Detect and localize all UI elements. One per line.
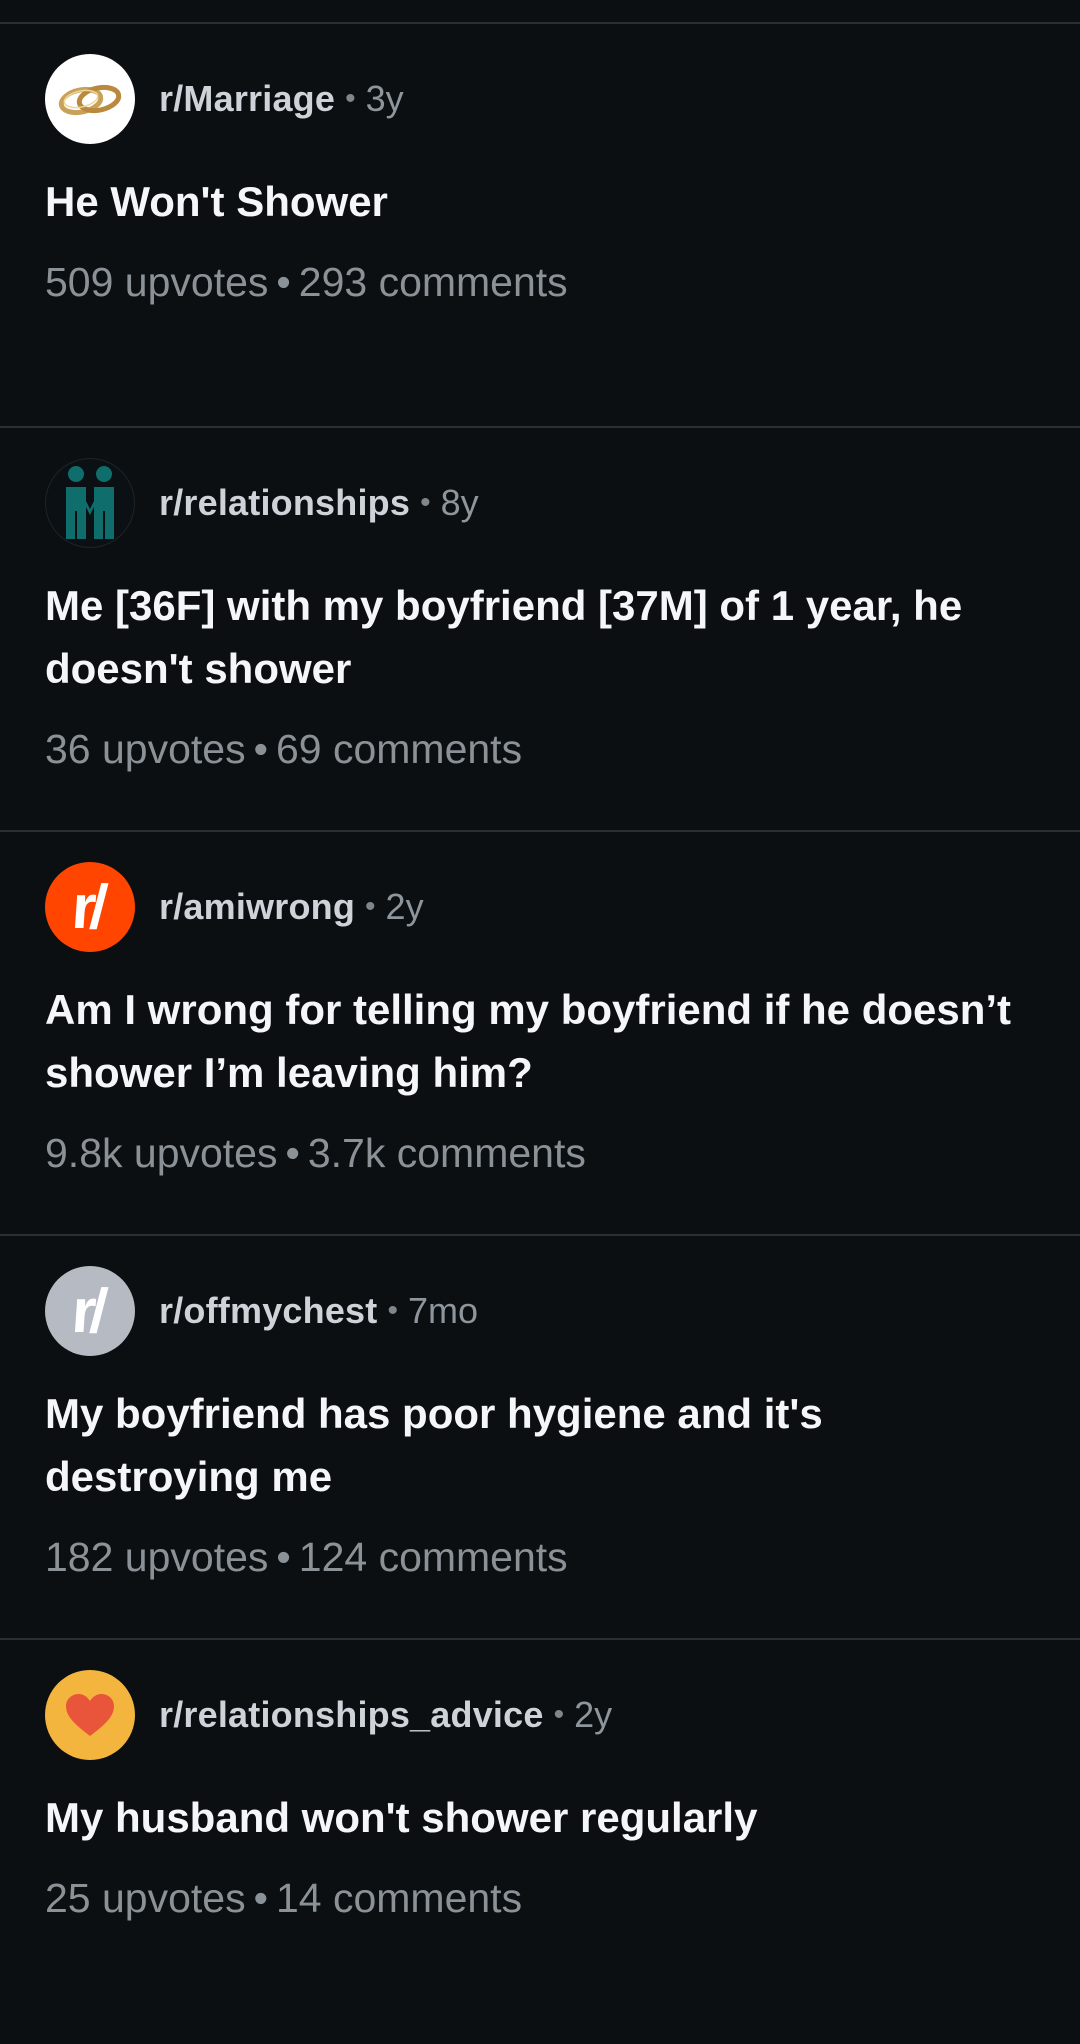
stats-separator: • [285, 1130, 300, 1176]
subreddit-name[interactable]: r/amiwrong [159, 886, 355, 928]
post-meta: r/relationships_advice • 2y [45, 1670, 1035, 1760]
post-stats: 182 upvotes • 124 comments [45, 1534, 1035, 1581]
stats-separator: • [253, 1875, 268, 1921]
comment-count: 69 comments [275, 726, 523, 772]
search-result-post[interactable]: r/ r/amiwrong • 2y Am I wrong for tellin… [0, 832, 1080, 1236]
comment-count: 14 comments [275, 1875, 523, 1921]
subreddit-avatar[interactable] [45, 54, 135, 144]
search-result-post[interactable]: r/relationships_advice • 2y My husband w… [0, 1640, 1080, 2044]
comment-count: 293 comments [298, 259, 568, 305]
post-age: 8y [440, 482, 479, 523]
subreddit-name[interactable]: r/offmychest [159, 1290, 377, 1332]
subreddit-name[interactable]: r/relationships [159, 482, 410, 524]
post-title[interactable]: My husband won't shower regularly [45, 1786, 1035, 1849]
post-stats: 25 upvotes • 14 comments [45, 1875, 1035, 1922]
meta-separator: • [345, 82, 356, 115]
post-meta: r/Marriage • 3y [45, 54, 1035, 144]
subreddit-name[interactable]: r/Marriage [159, 78, 335, 120]
upvote-count: 182 upvotes [45, 1534, 269, 1580]
post-title[interactable]: Me [36F] with my boyfriend [37M] of 1 ye… [45, 574, 1035, 700]
post-age: 3y [365, 78, 404, 119]
subreddit-avatar[interactable] [45, 1670, 135, 1760]
post-stats: 36 upvotes • 69 comments [45, 726, 1035, 773]
subreddit-name[interactable]: r/relationships_advice [159, 1694, 544, 1736]
post-meta: r/ r/amiwrong • 2y [45, 862, 1035, 952]
reddit-r-slash-icon: r/ [69, 872, 105, 942]
post-title[interactable]: Am I wrong for telling my boyfriend if h… [45, 978, 1035, 1104]
post-title[interactable]: My boyfriend has poor hygiene and it's d… [45, 1382, 1035, 1508]
reddit-r-slash-icon: r/ [69, 1276, 105, 1346]
comment-count: 124 comments [298, 1534, 568, 1580]
couple-figures-icon [66, 466, 114, 539]
comment-count: 3.7k comments [307, 1130, 586, 1176]
stats-separator: • [276, 1534, 291, 1580]
upvote-count: 509 upvotes [45, 259, 269, 305]
subreddit-avatar[interactable]: r/ [45, 1266, 135, 1356]
subreddit-avatar[interactable] [45, 458, 135, 548]
stats-separator: • [253, 726, 268, 772]
post-age: 2y [574, 1694, 613, 1735]
search-result-post[interactable]: r/Marriage • 3y He Won't Shower 509 upvo… [0, 24, 1080, 428]
post-title[interactable]: He Won't Shower [45, 170, 1035, 233]
post-stats: 509 upvotes • 293 comments [45, 259, 1035, 306]
meta-separator: • [365, 890, 376, 923]
search-result-post[interactable]: r/ r/offmychest • 7mo My boyfriend has p… [0, 1236, 1080, 1640]
stats-separator: • [276, 259, 291, 305]
post-meta: r/ r/offmychest • 7mo [45, 1266, 1035, 1356]
meta-separator: • [387, 1294, 398, 1327]
meta-separator: • [553, 1698, 565, 1731]
post-age: 7mo [407, 1290, 478, 1331]
subreddit-avatar[interactable]: r/ [45, 862, 135, 952]
upvote-count: 9.8k upvotes [45, 1130, 278, 1176]
top-divider [0, 0, 1080, 24]
post-age: 2y [385, 886, 424, 927]
search-result-post[interactable]: r/relationships • 8y Me [36F] with my bo… [0, 428, 1080, 832]
meta-separator: • [420, 486, 431, 519]
post-stats: 9.8k upvotes • 3.7k comments [45, 1130, 1035, 1177]
post-meta: r/relationships • 8y [45, 458, 1035, 548]
upvote-count: 36 upvotes [45, 726, 246, 772]
wedding-rings-icon [58, 84, 122, 116]
heart-icon [66, 1694, 114, 1736]
upvote-count: 25 upvotes [45, 1875, 246, 1921]
